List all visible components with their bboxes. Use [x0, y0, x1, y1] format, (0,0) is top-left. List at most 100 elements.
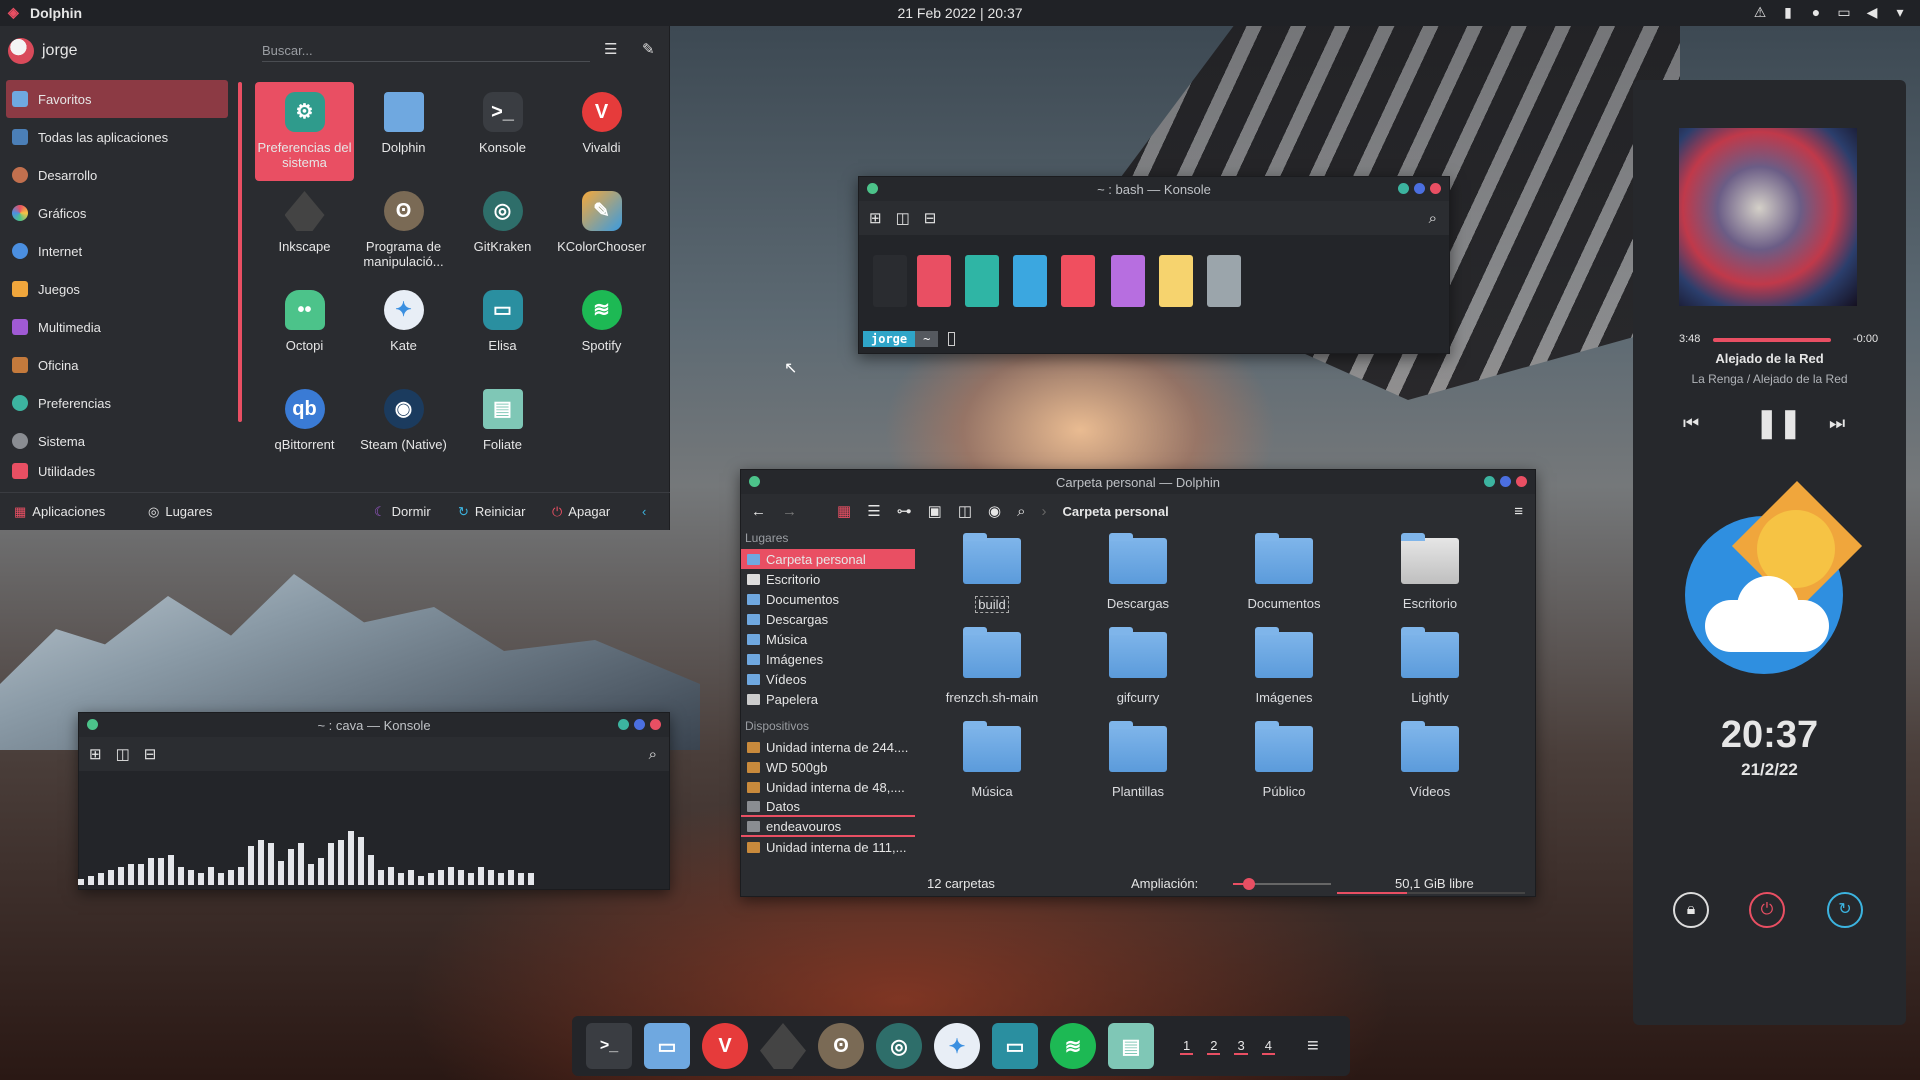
previous-icon[interactable]: ⏮: [1683, 413, 1699, 434]
foliate-icon[interactable]: ▤: [1108, 1023, 1154, 1069]
maximize-button[interactable]: [1500, 476, 1511, 487]
app-gitkraken[interactable]: ◎ GitKraken: [453, 181, 552, 280]
pin-icon[interactable]: ✎: [642, 40, 655, 58]
dolphin-icon[interactable]: ▭: [644, 1023, 690, 1069]
search-icon[interactable]: ⌕: [649, 746, 657, 763]
category-desarrollo[interactable]: Desarrollo: [6, 156, 228, 194]
place-escritorio[interactable]: Escritorio: [741, 569, 921, 589]
category-graficos[interactable]: Gráficos: [6, 194, 228, 232]
new-tab-icon[interactable]: ⊞: [89, 745, 102, 763]
split-icon[interactable]: ◫: [958, 502, 972, 520]
app-konsole[interactable]: >_ Konsole: [453, 82, 552, 181]
kate-icon[interactable]: ✦: [934, 1023, 980, 1069]
maximize-button[interactable]: [1414, 183, 1425, 194]
place-descargas[interactable]: Descargas: [741, 609, 921, 629]
terminal-area[interactable]: jorge ~: [859, 235, 1449, 353]
category-sistema[interactable]: Sistema: [6, 422, 228, 460]
category-juegos[interactable]: Juegos: [6, 270, 228, 308]
minimize-button[interactable]: [1484, 476, 1495, 487]
workspace-3[interactable]: 3: [1234, 1038, 1248, 1055]
window-titlebar[interactable]: ~ : bash — Konsole: [859, 177, 1449, 201]
category-multimedia[interactable]: Multimedia: [6, 308, 228, 346]
split-vertical-icon[interactable]: ◫: [116, 745, 130, 763]
category-utilidades[interactable]: Utilidades: [6, 460, 228, 482]
app-dolphin[interactable]: Dolphin: [354, 82, 453, 181]
tree-view-icon[interactable]: ⊶: [897, 502, 912, 520]
minimize-button[interactable]: [618, 719, 629, 730]
window-menu-dot[interactable]: [749, 476, 760, 487]
forward-icon[interactable]: →: [782, 503, 797, 520]
folder-item[interactable]: gifcurry: [1065, 626, 1211, 720]
shutdown-button[interactable]: ⏻ Apagar: [552, 504, 610, 520]
menu-icon[interactable]: ≡: [1307, 1035, 1319, 1058]
configure-icon[interactable]: ☰: [604, 40, 617, 58]
split-vertical-icon[interactable]: ◫: [896, 209, 910, 227]
folder-item[interactable]: build: [919, 532, 1065, 626]
gitkraken-icon[interactable]: ◎: [876, 1023, 922, 1069]
folder-item[interactable]: Plantillas: [1065, 720, 1211, 814]
microphone-icon[interactable]: ●: [1808, 4, 1824, 21]
elisa-icon[interactable]: ▭: [992, 1023, 1038, 1069]
category-scrollbar[interactable]: [238, 82, 242, 422]
device-item[interactable]: WD 500gb: [741, 757, 921, 777]
category-internet[interactable]: Internet: [6, 232, 228, 270]
search-icon[interactable]: ⌕: [1429, 210, 1437, 227]
chevron-down-icon[interactable]: ▾: [1892, 4, 1908, 21]
track-progress[interactable]: [1713, 338, 1831, 342]
app-foliate[interactable]: ▤ Foliate: [453, 379, 552, 478]
notifications-icon[interactable]: ⚠: [1752, 4, 1768, 21]
more-options-icon[interactable]: ‹: [642, 504, 646, 519]
category-oficina[interactable]: Oficina: [6, 346, 228, 384]
place-videos[interactable]: Vídeos: [741, 669, 921, 689]
restart-button[interactable]: ↻ Reiniciar: [458, 504, 525, 520]
place-imagenes[interactable]: Imágenes: [741, 649, 921, 669]
maximize-button[interactable]: [634, 719, 645, 730]
split-horizontal-icon[interactable]: ⊟: [144, 745, 157, 763]
category-favoritos[interactable]: Favoritos: [6, 80, 228, 118]
hamburger-menu-icon[interactable]: ≡: [1514, 503, 1523, 520]
search-icon[interactable]: ⌕: [1017, 503, 1025, 520]
app-spotify[interactable]: ≋ Spotify: [552, 280, 651, 379]
power-icon[interactable]: ⏻: [1749, 892, 1785, 928]
workspace-4[interactable]: 4: [1261, 1038, 1275, 1055]
place-papelera[interactable]: Papelera: [741, 689, 921, 709]
folder-item[interactable]: Música: [919, 720, 1065, 814]
folder-item[interactable]: Vídeos: [1357, 720, 1503, 814]
vivaldi-icon[interactable]: V: [702, 1023, 748, 1069]
close-button[interactable]: [1430, 183, 1441, 194]
device-item[interactable]: Unidad interna de 244....: [741, 737, 921, 757]
sleep-button[interactable]: ☾ Dormir: [374, 504, 431, 520]
app-gimp[interactable]: ʘ Programa de manipulació...: [354, 181, 453, 280]
avatar[interactable]: [8, 38, 34, 64]
workspace-1[interactable]: 1: [1180, 1038, 1194, 1055]
app-steam[interactable]: ◉ Steam (Native): [354, 379, 453, 478]
workspace-2[interactable]: 2: [1207, 1038, 1221, 1055]
icons-view-icon[interactable]: ▦: [837, 502, 851, 520]
window-titlebar[interactable]: Carpeta personal — Dolphin: [741, 470, 1535, 494]
folder-item[interactable]: Lightly: [1357, 626, 1503, 720]
place-musica[interactable]: Música: [741, 629, 921, 649]
app-octopi[interactable]: •• Octopi: [255, 280, 354, 379]
spotify-icon[interactable]: ≋: [1050, 1023, 1096, 1069]
tab-aplicaciones[interactable]: ▦ Aplicaciones: [14, 504, 105, 520]
window-titlebar[interactable]: ~ : cava — Konsole: [79, 713, 669, 737]
app-kate[interactable]: ✦ Kate: [354, 280, 453, 379]
tab-lugares[interactable]: ◎ Lugares: [148, 504, 212, 520]
folder-item[interactable]: Escritorio: [1357, 532, 1503, 626]
album-art[interactable]: [1679, 128, 1857, 306]
app-inkscape[interactable]: Inkscape: [255, 181, 354, 280]
inkscape-icon[interactable]: [760, 1023, 806, 1069]
window-menu-dot[interactable]: [867, 183, 878, 194]
close-button[interactable]: [1516, 476, 1527, 487]
device-item[interactable]: endeavouros: [741, 817, 915, 837]
gimp-icon[interactable]: ʘ: [818, 1023, 864, 1069]
search-input[interactable]: Buscar...: [262, 40, 590, 62]
panel-clock[interactable]: 21 Feb 2022 | 20:37: [0, 5, 1920, 21]
restart-icon[interactable]: ↻: [1827, 892, 1863, 928]
device-item[interactable]: Unidad interna de 111,...: [741, 837, 921, 857]
window-menu-dot[interactable]: [87, 719, 98, 730]
app-qbittorrent[interactable]: qb qBittorrent: [255, 379, 354, 478]
category-preferencias[interactable]: Preferencias: [6, 384, 228, 422]
app-system-settings[interactable]: ⚙ Preferencias del sistema: [255, 82, 354, 181]
details-view-icon[interactable]: ☰: [867, 502, 880, 520]
